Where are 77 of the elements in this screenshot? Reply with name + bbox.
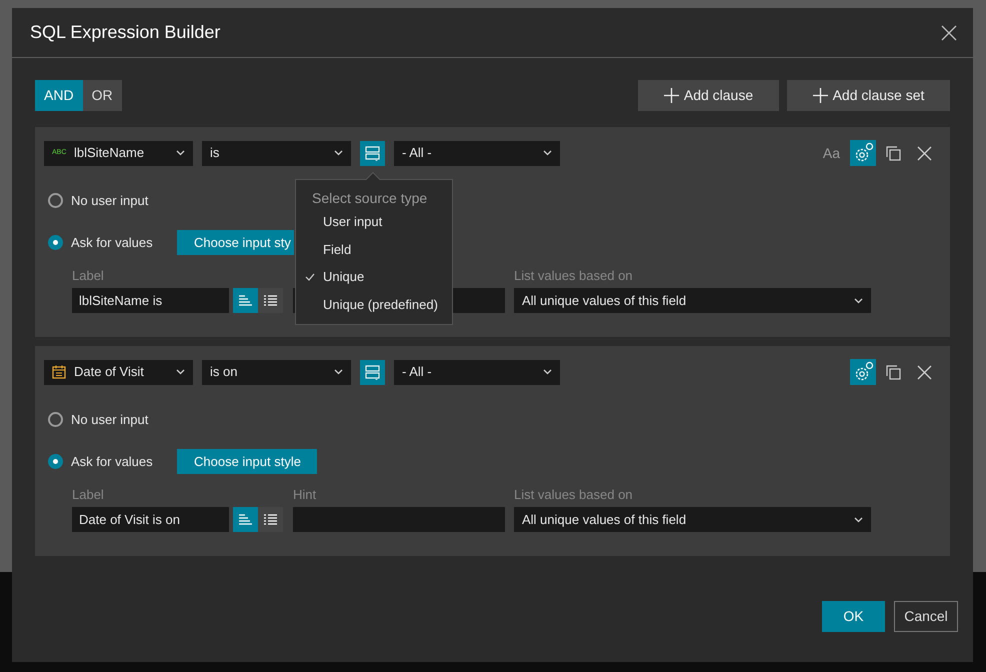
align-left-icon <box>239 514 252 525</box>
value-dropdown[interactable]: - All - <box>394 360 560 384</box>
radio-button[interactable] <box>48 412 63 427</box>
chevron-icon <box>543 369 552 375</box>
chevron-icon <box>334 150 343 156</box>
radio-label: Ask for values <box>71 452 154 471</box>
menu-item[interactable]: Field <box>296 236 452 263</box>
radio-label: Ask for values <box>71 234 154 252</box>
chevron-icon <box>176 369 185 375</box>
logic-tab[interactable]: AND <box>35 80 83 111</box>
operator-dropdown[interactable]: is on <box>202 360 351 384</box>
radio-label: No user input <box>71 192 150 210</box>
display-mode-button[interactable] <box>258 507 283 532</box>
dropdown-value: - All - <box>402 363 433 382</box>
plus-icon <box>812 88 828 103</box>
list-values-dropdown[interactable]: All unique values of this field <box>514 288 871 313</box>
settings-button[interactable] <box>850 140 876 166</box>
chevron-icon <box>854 298 863 304</box>
add-button[interactable]: Add clause set <box>787 80 950 111</box>
dropdown-value: - All - <box>402 144 433 162</box>
menu-heading: Select source type <box>311 189 428 208</box>
align-left-icon <box>239 295 252 306</box>
radio-button[interactable] <box>48 454 63 469</box>
duplicate-icon[interactable] <box>886 146 901 160</box>
label-heading: Label <box>72 267 105 285</box>
duplicate-icon[interactable] <box>886 364 901 380</box>
radio-button[interactable] <box>48 235 63 250</box>
chevron-icon <box>334 369 343 375</box>
label-input[interactable]: lblSiteName is <box>72 288 229 313</box>
menu-item[interactable]: Unique (predefined) <box>296 290 452 318</box>
list-icon <box>264 295 277 306</box>
hint-heading: Hint <box>293 486 318 504</box>
layers-icon <box>365 146 380 160</box>
remove-icon[interactable] <box>917 364 932 380</box>
menu-item[interactable]: Unique <box>296 263 452 290</box>
choose-input-style-button[interactable]: Choose input style <box>177 449 317 474</box>
dropdown-value: Date of Visit <box>74 363 145 382</box>
display-mode-button[interactable] <box>258 288 283 313</box>
chevron-icon <box>854 516 863 522</box>
add-button[interactable]: Add clause <box>638 80 779 111</box>
label-heading: Label <box>72 486 105 504</box>
dropdown-value: is <box>210 144 220 162</box>
choose-input-style-button[interactable]: Choose input sty <box>177 230 294 255</box>
display-mode-button[interactable] <box>233 507 258 532</box>
list-heading: List values based on <box>514 486 634 504</box>
dropdown-value: is on <box>210 363 238 382</box>
display-mode-button[interactable] <box>233 288 258 313</box>
case-sensitive-toggle[interactable]: Aa <box>822 142 840 164</box>
chevron-icon <box>176 150 185 156</box>
list-heading: List values based on <box>514 267 634 285</box>
operator-dropdown[interactable]: is <box>202 140 351 166</box>
dialog-title: SQL Expression Builder <box>30 21 220 44</box>
remove-icon[interactable] <box>917 146 932 160</box>
field-dropdown[interactable]: Date of Visit <box>44 360 193 384</box>
cancel-button[interactable]: Cancel <box>894 601 958 632</box>
dropdown-value: All unique values of this field <box>522 292 688 310</box>
layers-icon <box>365 364 380 380</box>
logic-tab[interactable]: OR <box>82 80 122 111</box>
value-dropdown[interactable]: - All - <box>394 140 560 166</box>
radio-label: No user input <box>71 410 150 429</box>
label-input[interactable]: Date of Visit is on <box>72 507 229 532</box>
source-type-button[interactable] <box>360 140 385 166</box>
menu-item[interactable]: User input <box>296 208 452 236</box>
chevron-icon <box>543 150 552 156</box>
settings-button[interactable] <box>850 359 876 385</box>
ok-button[interactable]: OK <box>822 601 885 632</box>
list-values-dropdown[interactable]: All unique values of this field <box>514 507 871 532</box>
source-type-button[interactable] <box>360 360 385 384</box>
close-icon[interactable] <box>941 24 957 40</box>
calendar-icon <box>52 365 66 379</box>
list-icon <box>264 514 277 525</box>
plus-icon <box>664 88 679 103</box>
hint-input[interactable] <box>293 507 505 532</box>
radio-button[interactable] <box>48 193 63 208</box>
dropdown-value: lblSiteName <box>74 144 146 162</box>
dropdown-value: All unique values of this field <box>522 510 688 529</box>
checkmark-icon <box>305 272 315 281</box>
